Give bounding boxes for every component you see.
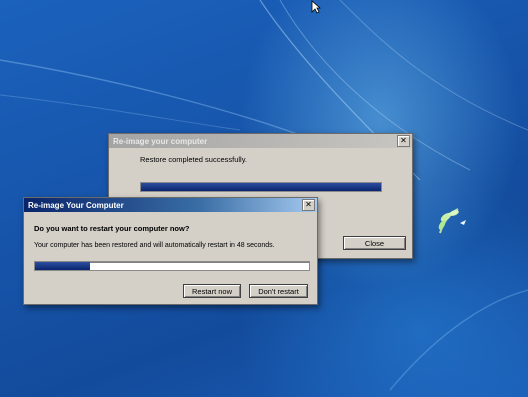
restore-progress-bar <box>140 182 382 192</box>
progress-fill <box>35 262 90 270</box>
window-title: Re-image your computer <box>113 136 208 146</box>
restart-question: Do you want to restart your computer now… <box>34 224 190 233</box>
dont-restart-button[interactable]: Don't restart <box>249 284 308 298</box>
close-button[interactable]: Close <box>343 236 406 250</box>
restart-now-button[interactable]: Restart now <box>183 284 241 298</box>
windows-logo-icon <box>432 203 472 248</box>
title-bar: Re-image your computer ✕ <box>109 134 412 148</box>
restart-dialog: Re-image Your Computer ✕ Do you want to … <box>23 197 318 305</box>
restart-message: Your computer has been restored and will… <box>34 242 275 249</box>
countdown-progress-bar <box>34 261 310 271</box>
title-bar: Re-image Your Computer ✕ <box>24 198 317 212</box>
mouse-cursor-icon <box>311 0 322 19</box>
progress-fill <box>141 183 381 191</box>
close-icon[interactable]: ✕ <box>397 135 410 147</box>
window-title: Re-image Your Computer <box>28 200 124 210</box>
status-message: Restore completed successfully. <box>140 155 247 164</box>
close-icon[interactable]: ✕ <box>302 199 315 211</box>
